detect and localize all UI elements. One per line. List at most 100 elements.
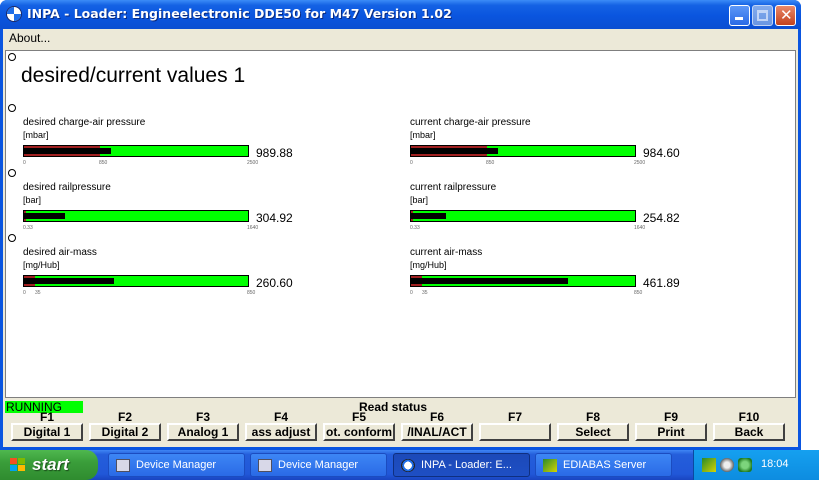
mass-adjust-button[interactable]: ass adjust [245, 423, 317, 441]
settings-tray-icon[interactable] [720, 458, 734, 472]
task-ediabas-server[interactable]: EDIABAS Server [535, 453, 672, 477]
row-marker-icon [8, 234, 16, 242]
gauge-label: desired railpressure [23, 182, 111, 193]
fkey-label: F10 [738, 410, 760, 424]
gauge-unit: [bar] [410, 195, 429, 205]
gauge-tick-min: 0 [410, 160, 413, 166]
fkey-f2: F2 Digital 2 [89, 411, 161, 443]
task-device-manager-1[interactable]: Device Manager [108, 453, 245, 477]
gauge-label: current air-mass [410, 247, 483, 258]
gauge-value: 260.60 [256, 276, 293, 290]
fkey-f4: F4 ass adjust [245, 411, 317, 443]
fkey-label: F3 [195, 410, 210, 424]
opt-conform-button[interactable]: ot. conform [323, 423, 395, 441]
gauge-tick-min: 0 [410, 290, 413, 296]
menu-bar: About... [3, 29, 798, 48]
gauge-current-air-mass: current air-mass [mg/Hub] 461.89 0 35 85… [410, 247, 740, 312]
fkey-f10: F10 Back [713, 411, 785, 443]
gauge-tick-min: 0.33 [410, 225, 420, 231]
system-tray: 18:04 [693, 450, 819, 480]
fkey-label: F7 [507, 410, 522, 424]
fkey-label: F1 [39, 410, 54, 424]
back-button[interactable]: Back [713, 423, 785, 441]
gauge-bar [23, 275, 249, 287]
maximize-button[interactable] [752, 5, 773, 26]
gauge-label: current railpressure [410, 182, 497, 193]
title-bar[interactable]: INPA - Loader: Engineelectronic DDE50 fo… [0, 0, 801, 29]
gauge-fill [411, 148, 498, 154]
device-manager-icon [116, 459, 130, 472]
gauge-unit: [mbar] [410, 130, 436, 140]
gauge-value: 254.82 [643, 211, 680, 225]
gauge-label: desired air-mass [23, 247, 97, 258]
gauge-bar [23, 210, 249, 222]
gauge-value: 461.89 [643, 276, 680, 290]
row-marker-icon [8, 104, 16, 112]
page-title: desired/current values 1 [21, 64, 246, 87]
gauge-value: 989.88 [256, 146, 293, 160]
gauge-bar [410, 145, 636, 157]
client-area: desired/current values 1 desired charge-… [3, 48, 798, 447]
gauge-current-railpressure: current railpressure [bar] 254.82 0.33 1… [410, 182, 740, 247]
gauge-current-charge-air-pressure: current charge-air pressure [mbar] 984.6… [410, 117, 740, 182]
digital-2-button[interactable]: Digital 2 [89, 423, 161, 441]
fkey-label: F8 [585, 410, 600, 424]
fkey-f3: F3 Analog 1 [167, 411, 239, 443]
gauge-value: 304.92 [256, 211, 293, 225]
inpa-window: INPA - Loader: Engineelectronic DDE50 fo… [0, 0, 801, 450]
bmw-app-icon[interactable] [6, 6, 22, 22]
f7-button[interactable] [479, 423, 551, 441]
digital-1-button[interactable]: Digital 1 [11, 423, 83, 441]
fkey-label: F2 [117, 410, 132, 424]
gauge-label: current charge-air pressure [410, 117, 531, 128]
analog-1-button[interactable]: Analog 1 [167, 423, 239, 441]
fkey-f7: F7 [479, 411, 551, 443]
task-label: Device Manager [278, 459, 359, 471]
gauge-bar [410, 210, 636, 222]
fkey-f9: F9 Print [635, 411, 707, 443]
device-manager-icon [258, 459, 272, 472]
minimize-icon [735, 17, 743, 20]
fkey-f5: F5 ot. conform [323, 411, 395, 443]
gauge-tick-mid: 35 [35, 290, 41, 296]
task-inpa-loader[interactable]: INPA - Loader: E... [393, 453, 530, 477]
nominal-act-button[interactable]: /INAL/ACT [401, 423, 473, 441]
gauge-fill [411, 213, 446, 219]
gauge-tick-mid: 35 [422, 290, 428, 296]
print-button[interactable]: Print [635, 423, 707, 441]
network-tray-icon[interactable] [738, 458, 752, 472]
maximize-icon [757, 10, 768, 21]
gauge-unit: [bar] [23, 195, 42, 205]
minimize-button[interactable] [729, 5, 750, 26]
task-label: INPA - Loader: E... [421, 459, 512, 471]
values-panel: desired/current values 1 desired charge-… [5, 50, 796, 398]
fkey-f6: F6 /INAL/ACT [401, 411, 473, 443]
fkey-label: F6 [429, 410, 444, 424]
fkey-label: F4 [273, 410, 288, 424]
start-button[interactable]: start [0, 450, 98, 480]
gauge-tick-max: 1640 [634, 225, 646, 231]
gauge-tick-max: 850 [247, 290, 256, 296]
gauge-tick-max: 850 [634, 290, 643, 296]
fkey-f8: F8 Select [557, 411, 629, 443]
gauge-unit: [mg/Hub] [410, 260, 447, 270]
select-button[interactable]: Select [557, 423, 629, 441]
gauge-tick-min: 0 [23, 290, 26, 296]
gauge-label: desired charge-air pressure [23, 117, 146, 128]
fkey-f1: F1 Digital 1 [11, 411, 83, 443]
close-button[interactable]: ✕ [775, 5, 796, 26]
menu-about[interactable]: About... [9, 31, 50, 45]
window-title: INPA - Loader: Engineelectronic DDE50 fo… [27, 6, 452, 21]
task-device-manager-2[interactable]: Device Manager [250, 453, 387, 477]
gauge-unit: [mg/Hub] [23, 260, 60, 270]
task-label: Device Manager [136, 459, 217, 471]
clock[interactable]: 18:04 [761, 458, 789, 470]
row-marker-icon [8, 169, 16, 177]
bmw-icon [401, 459, 415, 472]
ediabas-tray-icon[interactable] [702, 458, 716, 472]
gauge-fill [24, 278, 114, 284]
gauge-tick-min: 0.33 [23, 225, 33, 231]
gauge-tick-max: 2500 [634, 160, 646, 166]
gauge-tick-mid: 850 [486, 160, 495, 166]
gauge-fill [24, 148, 111, 154]
